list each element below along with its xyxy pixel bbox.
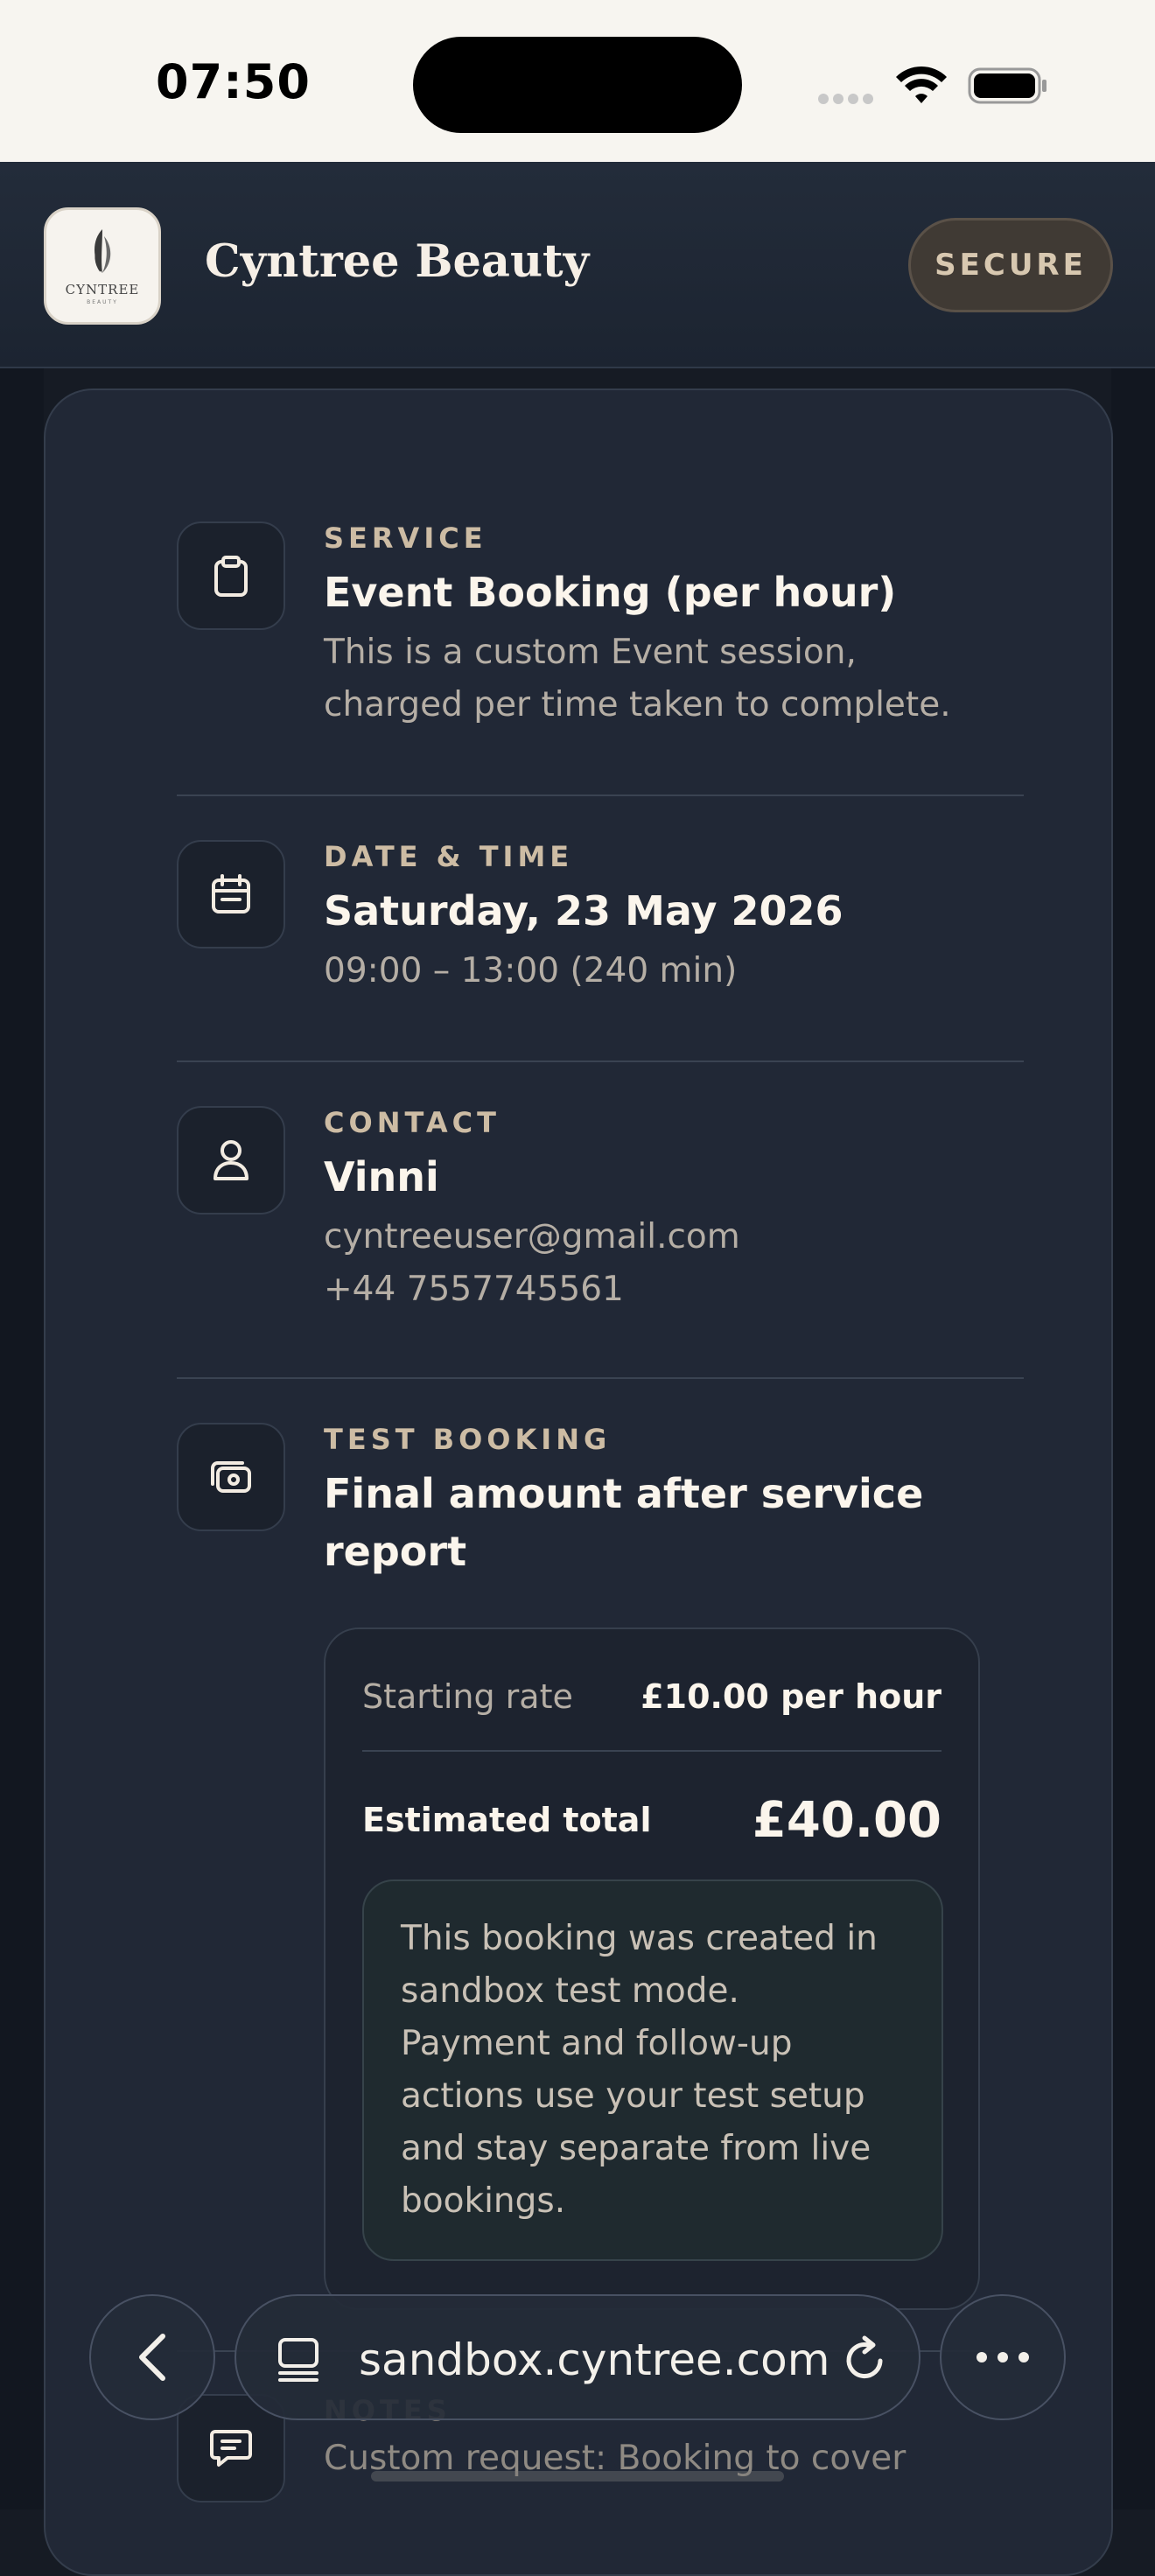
divider [362,1750,942,1752]
service-icon-box [177,522,285,630]
starting-rate-label: Starting rate [362,1677,573,1716]
starting-rate-value: £10.00 per hour [640,1677,942,1716]
more-options-button[interactable] [940,2294,1066,2420]
divider [177,1060,1024,1062]
contact-email[interactable]: cyntreeuser@gmail.com [324,1211,1006,1264]
service-eyebrow: SERVICE [324,522,487,555]
status-bar: 07:50 [0,0,1155,162]
gutter-right [1111,368,1155,2510]
sandbox-note-line: and stay separate from live [401,2129,872,2168]
starting-rate-row: Starting rate £10.00 per hour [362,1666,942,1727]
sandbox-note: This booking was created in sandbox test… [362,1880,943,2261]
address-bar[interactable]: sandbox.cyntree.com [234,2294,920,2420]
brand-logo[interactable]: CYNTREE BEAUTY [44,207,161,325]
divider [177,1377,1024,1379]
test-booking-details: TEST BOOKING Final amount after service … [324,1423,1006,1580]
sandbox-note-line: Payment and follow-up [401,2024,793,2063]
sandbox-note-line: sandbox test mode. [401,1971,739,2011]
contact-details: CONTACT Vinni cyntreeuser@gmail.com +44 … [324,1106,1006,1316]
test-booking-icon-box [177,1423,285,1531]
estimated-total-value: £40.00 [752,1791,942,1849]
contact-name: Vinni [324,1153,439,1200]
logo-subtext: BEAUTY [87,299,118,305]
datetime-icon-box [177,840,285,948]
user-icon [214,1140,248,1180]
home-indicator [371,2471,784,2482]
battery-icon [968,67,1046,104]
browser-toolbar: sandbox.cyntree.com [0,2275,1155,2450]
contact-info: cyntreeuser@gmail.com +44 7557745561 [324,1211,1006,1316]
service-desc-line2: charged per time taken to complete. [324,685,951,724]
booking-time-range: 09:00 – 13:00 (240 min) [324,951,738,990]
service-description: This is a custom Event session, charged … [324,626,1006,732]
contact-icon-box [177,1106,285,1214]
test-booking-title-line2: report [324,1528,467,1575]
estimated-total-row: Estimated total £40.00 [362,1785,942,1855]
test-booking-title-line1: Final amount after service [324,1470,924,1517]
wifi-icon [896,66,947,103]
calendar-icon [212,874,250,914]
contact-phone[interactable]: +44 7557745561 [324,1264,1006,1316]
contact-eyebrow: CONTACT [324,1106,500,1139]
chevron-left-icon [139,2334,165,2381]
secure-badge: SECURE [908,218,1113,312]
service-details: SERVICE Event Booking (per hour) This is… [324,522,1006,732]
sandbox-note-line: bookings. [401,2181,566,2221]
datetime-eyebrow: DATE & TIME [324,840,574,873]
sandbox-note-line: This booking was created in [401,1919,878,1958]
back-button[interactable] [89,2294,215,2420]
reload-icon[interactable] [842,2334,889,2384]
status-time: 07:50 [156,54,311,109]
more-icon [976,2352,1029,2362]
clipboard-icon [214,556,248,597]
pricing-panel: Starting rate £10.00 per hour Estimated … [324,1628,980,2310]
gutter-left [0,368,44,2510]
booking-date: Saturday, 23 May 2026 [324,887,844,934]
tabs-icon[interactable] [276,2336,320,2384]
app-header: CYNTREE BEAUTY Cyntree Beauty SECURE [0,162,1155,368]
test-booking-title: Final amount after service report [324,1465,1006,1580]
url-text[interactable]: sandbox.cyntree.com [359,2334,830,2385]
divider [177,794,1024,796]
brand-name: Cyntree Beauty [205,235,590,288]
estimated-total-label: Estimated total [362,1801,652,1839]
booking-summary-card: SERVICE Event Booking (per hour) This is… [44,388,1113,2576]
datetime-details: DATE & TIME Saturday, 23 May 2026 09:00 … [324,840,1006,998]
sandbox-note-line: actions use your test setup [401,2076,865,2116]
cellular-signal-icon [818,91,878,108]
service-title: Event Booking (per hour) [324,569,897,616]
test-booking-eyebrow: TEST BOOKING [324,1423,612,1456]
logo-text: CYNTREE [65,282,140,298]
cash-icon [211,1461,251,1493]
dynamic-island [413,37,742,133]
service-desc-line1: This is a custom Event session, [324,633,857,672]
